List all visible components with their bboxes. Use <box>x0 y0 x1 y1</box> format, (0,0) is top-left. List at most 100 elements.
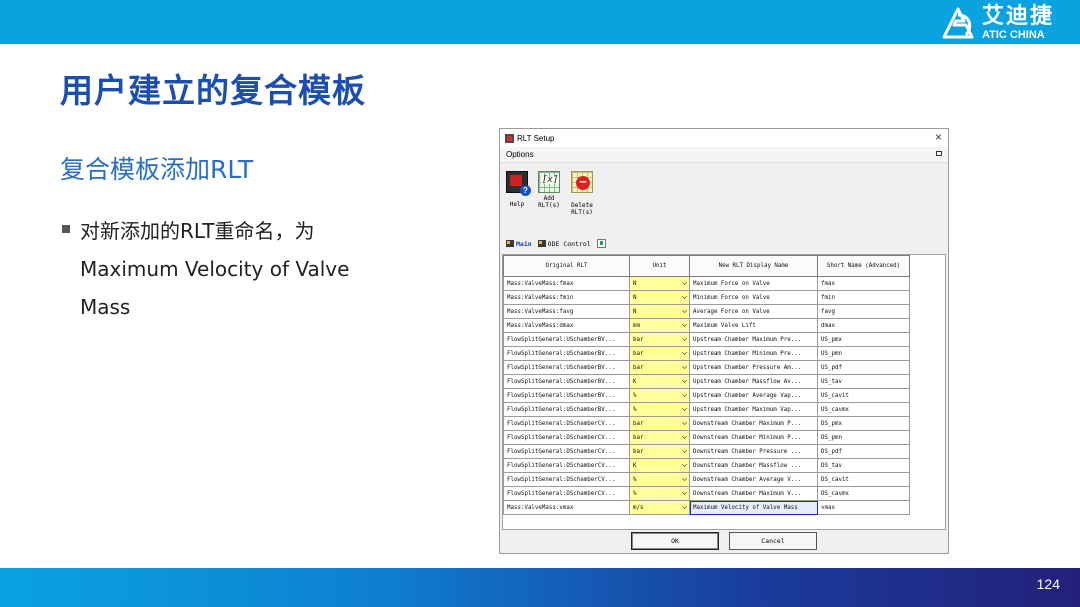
display-name-cell[interactable]: Upstream Chamber Pressure Am... <box>689 360 818 375</box>
display-name-cell[interactable]: Downstream Chamber Maximum V... <box>689 486 818 501</box>
short-name-cell[interactable]: US_pdf <box>817 360 910 375</box>
unit-select[interactable]: % <box>629 388 690 403</box>
ok-button[interactable]: OK <box>631 532 719 550</box>
close-icon[interactable]: × <box>935 130 942 144</box>
unit-select[interactable]: bar <box>629 360 690 375</box>
short-name-cell[interactable]: US_cavit <box>817 388 910 403</box>
display-name-cell[interactable]: Upstream Chamber Maximum Vap... <box>689 402 818 417</box>
table-row[interactable]: FlowSplitGeneral:USchamberBV... K Upstream… <box>503 374 910 389</box>
table-row[interactable]: FlowSplitGeneral:DSchamberCV... bar Downst… <box>503 430 910 445</box>
help-button[interactable]: Help <box>506 171 531 208</box>
table-row[interactable]: FlowSplitGeneral:DSchamberCV...% Downstre… <box>503 472 910 487</box>
table-row[interactable]: FlowSplitGeneral:USchamberBV... bar Upstre… <box>503 346 910 361</box>
display-name-cell[interactable]: Upstream Chamber Massflow Av... <box>689 374 818 389</box>
chevron-down-icon[interactable] <box>682 280 687 285</box>
short-name-cell[interactable]: DS_pdf <box>817 444 910 459</box>
unit-select[interactable]: bar <box>629 444 690 459</box>
short-name-cell[interactable]: US_cavmx <box>817 402 910 417</box>
chevron-down-icon[interactable] <box>682 392 687 397</box>
short-name-cell[interactable]: fmax <box>817 276 910 291</box>
column-header[interactable]: Short Name (Advanced) <box>817 255 910 277</box>
unit-select[interactable]: bar <box>629 332 690 347</box>
unit-select[interactable]: m/s <box>629 500 690 515</box>
chevron-down-icon[interactable] <box>682 406 687 411</box>
unit-select[interactable]: bar <box>629 416 690 431</box>
chevron-down-icon[interactable] <box>682 462 687 467</box>
column-header[interactable]: Original RLT <box>503 255 630 277</box>
short-name-cell[interactable]: dmax <box>817 318 910 333</box>
unit-select[interactable]: mm <box>629 318 690 333</box>
display-name-cell[interactable]: Upstream Chamber Minimum Pre... <box>689 346 818 361</box>
chevron-down-icon[interactable] <box>682 448 687 453</box>
display-name-cell[interactable]: Upstream Chamber Average Vap... <box>689 388 818 403</box>
chevron-down-icon[interactable] <box>682 350 687 355</box>
short-name-cell[interactable]: vmax <box>817 500 910 515</box>
display-name-cell[interactable]: Downstream Chamber Average V... <box>689 472 818 487</box>
table-row[interactable]: Mass:ValveMass:fmin N Minimum Force on Val… <box>503 290 910 305</box>
restore-icon[interactable] <box>936 151 942 156</box>
table-row[interactable]: Mass:ValveMass:dmax mm Maximum Valve Lift d… <box>503 318 910 333</box>
column-header[interactable]: New RLT Display Name <box>689 255 818 277</box>
dialog-titlebar[interactable]: RLT Setup × <box>500 129 948 147</box>
short-name-cell[interactable]: favg <box>817 304 910 319</box>
short-name-cell[interactable]: US_tav <box>817 374 910 389</box>
tab-main[interactable]: Main <box>506 240 532 248</box>
display-name-cell[interactable]: Upstream Chamber Maximum Pre... <box>689 332 818 347</box>
unit-select[interactable]: % <box>629 402 690 417</box>
short-name-cell[interactable]: US_pmx <box>817 332 910 347</box>
short-name-cell[interactable]: fmin <box>817 290 910 305</box>
chevron-down-icon[interactable] <box>682 308 687 313</box>
table-row[interactable]: FlowSplitGeneral:USchamberBV... bar Upstre… <box>503 360 910 375</box>
unit-select[interactable]: N <box>629 276 690 291</box>
chevron-down-icon[interactable] <box>682 420 687 425</box>
unit-select[interactable]: bar <box>629 430 690 445</box>
column-header[interactable]: Unit <box>629 255 690 277</box>
table-row[interactable]: Mass:ValveMass:fmax N Maximum Force on Val… <box>503 276 910 291</box>
display-name-cell[interactable]: Maximum Velocity of Valve Mass <box>689 500 818 515</box>
unit-select[interactable]: N <box>629 290 690 305</box>
short-name-cell[interactable]: DS_tav <box>817 458 910 473</box>
chevron-down-icon[interactable] <box>682 378 687 383</box>
unit-select[interactable]: % <box>629 486 690 501</box>
table-row[interactable]: FlowSplitGeneral:USchamberBV...% Upstream… <box>503 388 910 403</box>
short-name-cell[interactable]: DS_cavmx <box>817 486 910 501</box>
display-name-cell[interactable]: Downstream Chamber Pressure ... <box>689 444 818 459</box>
table-row[interactable]: FlowSplitGeneral:USchamberBV...% Upstream… <box>503 402 910 417</box>
table-row[interactable]: Mass:ValveMass:favg N Average Force on Val… <box>503 304 910 319</box>
display-name-cell[interactable]: Maximum Valve Lift <box>689 318 818 333</box>
short-name-cell[interactable]: US_pmn <box>817 346 910 361</box>
short-name-cell[interactable]: DS_cavit <box>817 472 910 487</box>
chevron-down-icon[interactable] <box>682 294 687 299</box>
cancel-button[interactable]: Cancel <box>729 532 817 550</box>
chevron-down-icon[interactable] <box>682 504 687 509</box>
tab-ode-control[interactable]: ODE Control <box>537 240 591 248</box>
short-name-cell[interactable]: DS_pmx <box>817 416 910 431</box>
display-name-cell[interactable]: Maximum Force on Valve <box>689 276 818 291</box>
unit-select[interactable]: N <box>629 304 690 319</box>
add-tab-icon[interactable] <box>596 239 606 248</box>
chevron-down-icon[interactable] <box>682 336 687 341</box>
table-row[interactable]: FlowSplitGeneral:DSchamberCV... K Downstre… <box>503 458 910 473</box>
display-name-cell[interactable]: Downstream Chamber Massflow ... <box>689 458 818 473</box>
chevron-down-icon[interactable] <box>682 476 687 481</box>
unit-select[interactable]: bar <box>629 346 690 361</box>
table-row[interactable]: FlowSplitGeneral:DSchamberCV... bar Downst… <box>503 416 910 431</box>
table-row[interactable]: FlowSplitGeneral:DSchamberCV...% Downstre… <box>503 486 910 501</box>
unit-select[interactable]: % <box>629 472 690 487</box>
menu-options[interactable]: Options <box>506 150 534 159</box>
add-rlt-button[interactable]: Add RLT(s) <box>538 171 560 209</box>
short-name-cell[interactable]: DS_pmn <box>817 430 910 445</box>
display-name-cell[interactable]: Average Force on Valve <box>689 304 818 319</box>
table-row[interactable]: FlowSplitGeneral:DSchamberCV... bar Downst… <box>503 444 910 459</box>
delete-rlt-button[interactable]: Delete RLT(s) <box>571 171 593 216</box>
display-name-cell[interactable]: Minimum Force on Valve <box>689 290 818 305</box>
chevron-down-icon[interactable] <box>682 434 687 439</box>
chevron-down-icon[interactable] <box>682 490 687 495</box>
table-row[interactable]: Mass:ValveMass:vmax m/s Maximum Velocity o… <box>503 500 910 515</box>
display-name-cell[interactable]: Downstream Chamber Maximum P... <box>689 416 818 431</box>
display-name-cell[interactable]: Downstream Chamber Minimum P... <box>689 430 818 445</box>
table-row[interactable]: FlowSplitGeneral:USchamberBV... bar Upstre… <box>503 332 910 347</box>
unit-select[interactable]: K <box>629 458 690 473</box>
unit-select[interactable]: K <box>629 374 690 389</box>
chevron-down-icon[interactable] <box>682 364 687 369</box>
